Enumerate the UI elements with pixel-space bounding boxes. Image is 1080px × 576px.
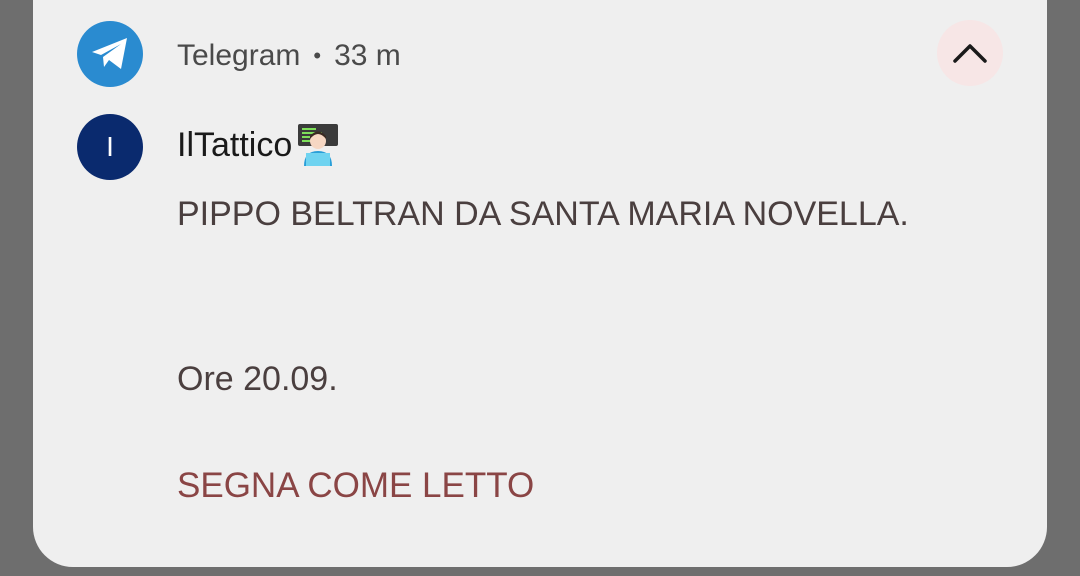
sender-row: IlTattico	[177, 122, 340, 168]
collapse-button[interactable]	[937, 20, 1003, 86]
time-ago: 33 m	[334, 39, 401, 72]
telegram-app-icon	[77, 21, 143, 87]
sender-name: IlTattico	[177, 125, 293, 164]
header-separator: •	[313, 43, 322, 68]
notification-header: Telegram • 33 m	[177, 36, 401, 76]
message-line-1: PIPPO BELTRAN DA SANTA MARIA NOVELLA.	[177, 195, 909, 233]
message-line-3: Ore 20.09.	[177, 360, 338, 398]
technologist-emoji-icon	[296, 123, 340, 167]
sender-avatar: I	[77, 114, 143, 180]
mark-as-read-button[interactable]: SEGNA COME LETTO	[177, 466, 534, 506]
app-name: Telegram	[177, 39, 301, 72]
avatar-letter: I	[106, 131, 114, 162]
paper-plane-icon	[92, 38, 127, 69]
chevron-up-icon	[953, 44, 987, 63]
